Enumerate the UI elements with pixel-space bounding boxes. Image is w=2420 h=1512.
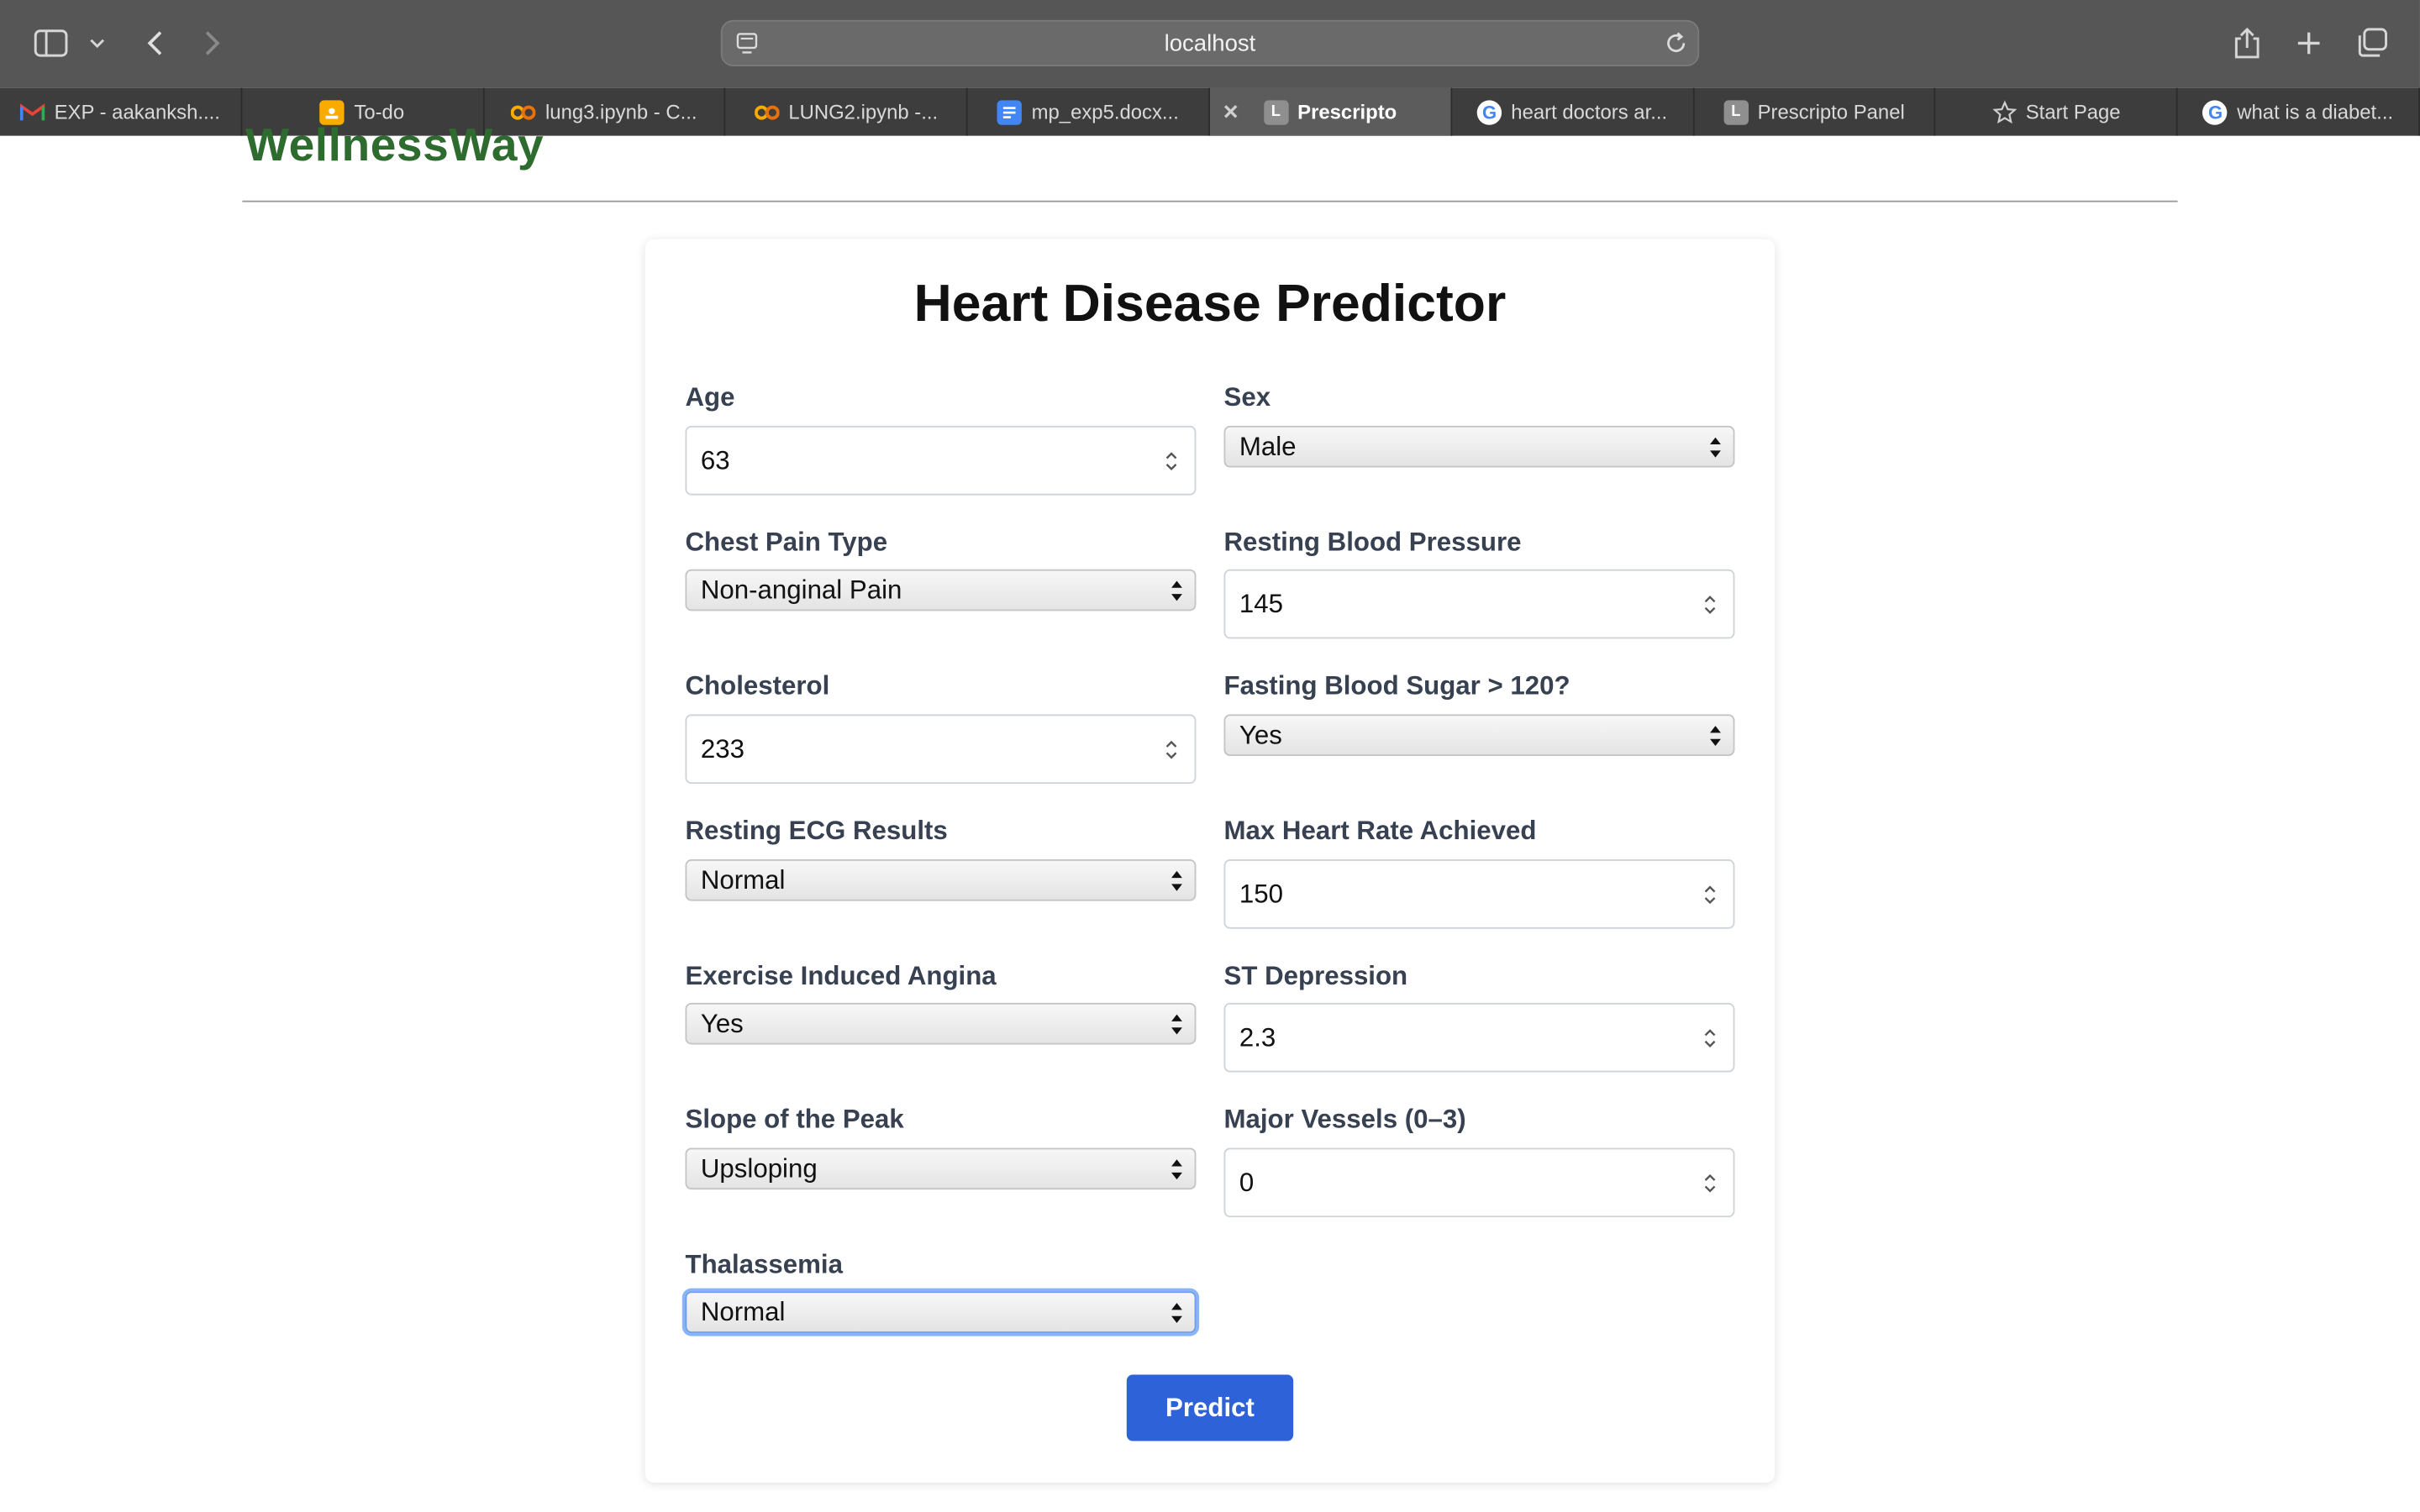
max-hr-label: Max Heart Rate Achieved	[1223, 816, 1537, 846]
select-arrows-icon	[1171, 1303, 1182, 1323]
stepper-icon[interactable]	[1164, 449, 1179, 473]
browser-toolbar: localhost	[0, 0, 2420, 88]
chevron-down-icon[interactable]	[87, 24, 108, 61]
major-vessels-input[interactable]: 0	[1223, 1147, 1735, 1218]
resting-ecg-select[interactable]: Normal	[685, 859, 1197, 901]
forward-icon[interactable]	[197, 24, 229, 61]
slope-label: Slope of the Peak	[685, 1105, 904, 1134]
letter-l-icon: L	[1723, 99, 1749, 124]
tab-diabetes[interactable]: G what is a diabet...	[2178, 87, 2420, 136]
fasting-sugar-label: Fasting Blood Sugar > 120?	[1223, 670, 1570, 701]
chest-pain-select[interactable]: Non-anginal Pain	[685, 569, 1197, 612]
major-vessels-value: 0	[1239, 1167, 1255, 1197]
page: localhost EXP - aakanksh.... To-do lung3…	[0, 0, 2420, 1512]
form-title: Heart Disease Predictor	[913, 274, 1507, 333]
resting-bp-value: 145	[1239, 588, 1283, 618]
select-arrows-icon	[1171, 1159, 1182, 1180]
reload-icon[interactable]	[1664, 31, 1688, 55]
select-arrows-icon	[1171, 580, 1182, 601]
stepper-icon[interactable]	[1164, 738, 1179, 762]
tab-label: what is a diabet...	[2237, 100, 2394, 123]
predict-button[interactable]: Predict	[1126, 1374, 1294, 1441]
google-icon: G	[1476, 99, 1502, 124]
tab-label: EXP - aakanksh....	[54, 100, 220, 123]
star-icon	[1991, 99, 2017, 123]
st-depression-label: ST Depression	[1223, 961, 1408, 991]
stepper-icon[interactable]	[1702, 883, 1718, 907]
google-icon: G	[2202, 99, 2228, 124]
tab-label: LUNG2.ipynb -...	[788, 100, 939, 123]
resting-ecg-value: Normal	[700, 864, 786, 895]
stepper-icon[interactable]	[1702, 1026, 1718, 1050]
gmail-icon	[20, 99, 45, 123]
tab-label: mp_exp5.docx...	[1031, 100, 1179, 123]
max-hr-value: 150	[1239, 879, 1283, 908]
new-tab-icon[interactable]	[2293, 24, 2324, 61]
docs-icon	[997, 99, 1023, 124]
max-hr-input[interactable]: 150	[1223, 859, 1735, 929]
address-text: localhost	[1164, 29, 1256, 57]
slope-value: Upsloping	[700, 1152, 818, 1183]
share-icon[interactable]	[2232, 24, 2263, 61]
sex-label: Sex	[1223, 382, 1271, 412]
angina-select[interactable]: Yes	[685, 1002, 1197, 1045]
fasting-sugar-value: Yes	[1239, 719, 1282, 749]
tab-prescripto[interactable]: ✕ L Prescripto	[1209, 87, 1452, 136]
thalassemia-label: Thalassemia	[685, 1249, 843, 1279]
tab-label: heart doctors ar...	[1511, 100, 1668, 123]
tab-prescripto-panel[interactable]: L Prescripto Panel	[1694, 87, 1936, 136]
sidebar-toggle-icon[interactable]	[34, 24, 68, 61]
header-divider	[242, 200, 2178, 202]
select-arrows-icon	[1171, 1014, 1182, 1035]
thalassemia-select[interactable]: Normal	[685, 1291, 1197, 1333]
stepper-icon[interactable]	[1702, 1171, 1718, 1195]
tab-docs[interactable]: mp_exp5.docx...	[968, 87, 1210, 136]
angina-label: Exercise Induced Angina	[685, 961, 997, 991]
letter-l-icon: L	[1263, 99, 1289, 124]
chest-pain-value: Non-anginal Pain	[700, 575, 902, 605]
site-settings-icon[interactable]	[734, 31, 759, 55]
slope-select[interactable]: Upsloping	[685, 1147, 1197, 1190]
thalassemia-value: Normal	[700, 1296, 786, 1326]
sex-select[interactable]: Male	[1223, 425, 1735, 468]
select-arrows-icon	[1710, 726, 1721, 747]
chest-pain-label: Chest Pain Type	[685, 528, 888, 558]
st-depression-input[interactable]: 2.3	[1223, 1002, 1735, 1073]
st-depression-value: 2.3	[1239, 1021, 1276, 1052]
tab-label: lung3.ipynb - C...	[544, 100, 697, 123]
tab-gmail[interactable]: EXP - aakanksh....	[0, 87, 242, 136]
address-bar[interactable]: localhost	[720, 19, 1700, 66]
age-label: Age	[685, 382, 735, 412]
cholesterol-input[interactable]: 233	[685, 714, 1197, 785]
cholesterol-label: Cholesterol	[685, 670, 830, 701]
colab-icon	[754, 99, 780, 123]
tab-lung2[interactable]: LUNG2.ipynb -...	[726, 87, 968, 136]
fasting-sugar-select[interactable]: Yes	[1223, 714, 1735, 756]
site-logo[interactable]: WellnessWay	[245, 120, 544, 172]
tab-label: Prescripto	[1297, 100, 1397, 123]
cholesterol-value: 233	[700, 733, 744, 764]
tab-start-page[interactable]: Start Page	[1936, 87, 2178, 136]
age-input[interactable]: 63	[685, 425, 1197, 496]
select-arrows-icon	[1710, 437, 1721, 458]
select-arrows-icon	[1171, 870, 1182, 891]
tab-overview-icon[interactable]	[2355, 24, 2389, 61]
tab-label: Prescripto Panel	[1757, 100, 1905, 123]
resting-bp-label: Resting Blood Pressure	[1223, 528, 1522, 558]
close-icon[interactable]: ✕	[1223, 100, 1239, 124]
tab-label: Start Page	[2025, 100, 2121, 123]
resting-ecg-label: Resting ECG Results	[685, 816, 948, 846]
tab-heart-doctors[interactable]: G heart doctors ar...	[1452, 87, 1694, 136]
back-icon[interactable]	[139, 24, 170, 61]
sex-value: Male	[1239, 431, 1297, 461]
angina-value: Yes	[700, 1008, 744, 1038]
age-value: 63	[700, 444, 730, 475]
resting-bp-input[interactable]: 145	[1223, 569, 1735, 639]
major-vessels-label: Major Vessels (0–3)	[1223, 1105, 1466, 1134]
stepper-icon[interactable]	[1702, 592, 1718, 617]
